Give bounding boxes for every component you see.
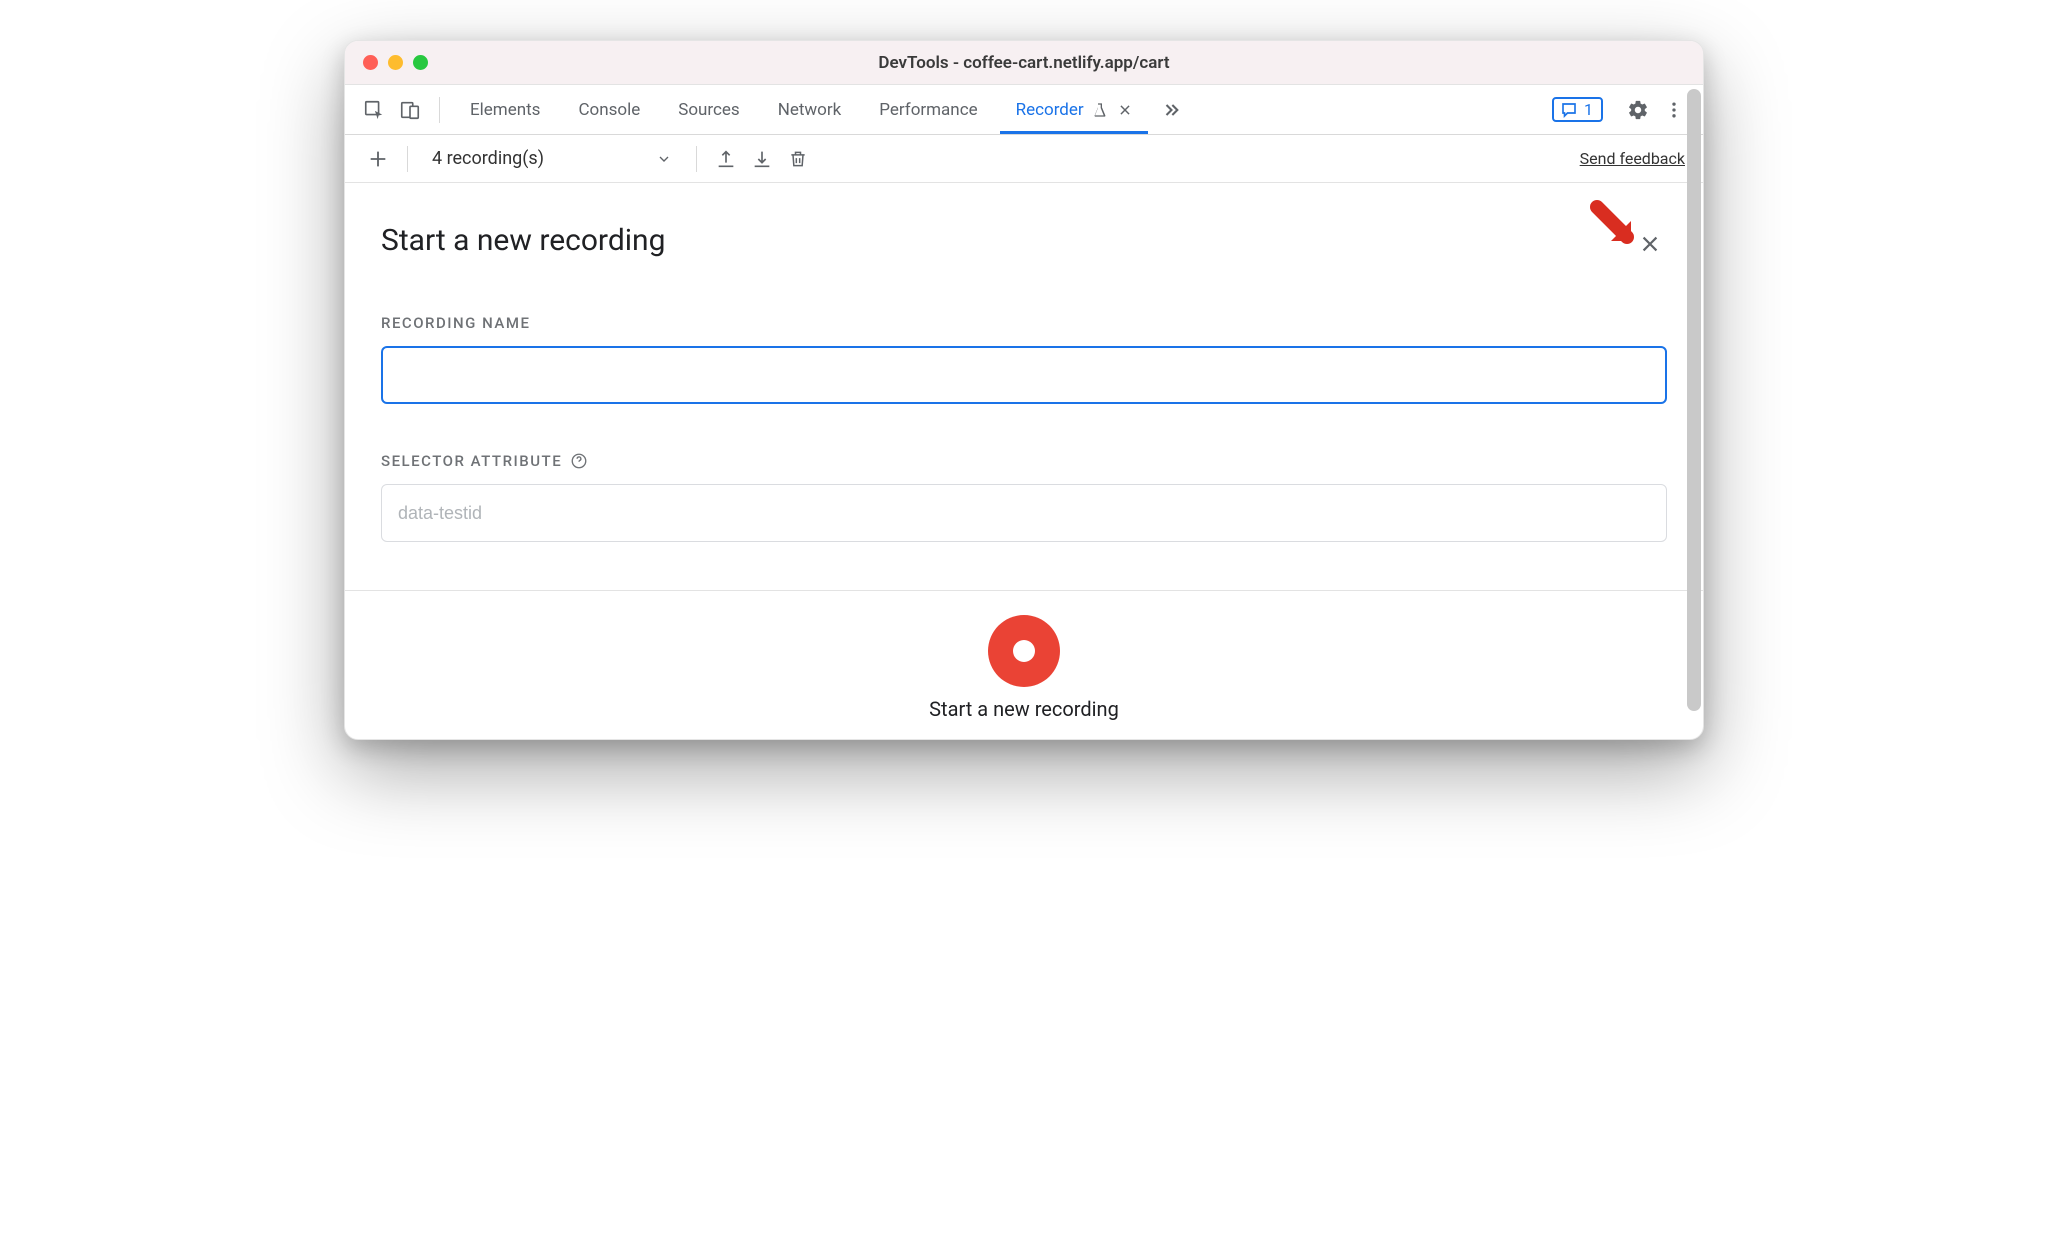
add-recording-icon[interactable]: [363, 144, 393, 174]
tab-sources[interactable]: Sources: [662, 85, 755, 134]
devtools-window: DevTools - coffee-cart.netlify.app/cart …: [344, 40, 1704, 740]
recorder-panel: Start a new recording RECORDING NAME SEL…: [345, 183, 1703, 542]
tab-performance[interactable]: Performance: [863, 85, 993, 134]
recording-name-field: RECORDING NAME: [381, 314, 1667, 404]
export-icon[interactable]: [711, 144, 741, 174]
issues-badge[interactable]: 1: [1552, 97, 1603, 122]
chevron-down-icon: [656, 151, 672, 167]
window-minimize-button[interactable]: [388, 55, 403, 70]
tab-label: Recorder: [1016, 100, 1084, 120]
window-controls: [345, 55, 428, 70]
more-tabs-icon[interactable]: [1154, 95, 1184, 125]
start-recording-button[interactable]: [988, 615, 1060, 687]
tab-label: Network: [778, 100, 842, 120]
divider: [439, 97, 440, 123]
tab-label: Elements: [470, 100, 540, 120]
window-title: DevTools - coffee-cart.netlify.app/cart: [345, 53, 1703, 73]
device-toggle-icon[interactable]: [395, 95, 425, 125]
dropdown-label: 4 recording(s): [432, 148, 544, 169]
window-close-button[interactable]: [363, 55, 378, 70]
tab-elements[interactable]: Elements: [454, 85, 556, 134]
delete-icon[interactable]: [783, 144, 813, 174]
help-icon[interactable]: [570, 452, 588, 470]
tab-label: Performance: [879, 100, 977, 120]
record-dot-icon: [1013, 640, 1035, 662]
scrollbar-thumb[interactable]: [1687, 89, 1701, 711]
settings-icon[interactable]: [1623, 95, 1653, 125]
scrollbar[interactable]: [1687, 89, 1701, 737]
issues-count: 1: [1584, 100, 1593, 119]
divider: [696, 146, 697, 172]
chat-icon: [1560, 101, 1578, 119]
kebab-menu-icon[interactable]: [1659, 95, 1689, 125]
recording-name-input[interactable]: [381, 346, 1667, 404]
tab-console[interactable]: Console: [562, 85, 656, 134]
tab-network[interactable]: Network: [762, 85, 858, 134]
selector-attribute-input[interactable]: [381, 484, 1667, 542]
import-icon[interactable]: [747, 144, 777, 174]
panel-title: Start a new recording: [381, 223, 1667, 258]
recording-name-label: RECORDING NAME: [381, 314, 1667, 332]
inspect-element-icon[interactable]: [359, 95, 389, 125]
divider: [407, 146, 408, 172]
start-recording-label: Start a new recording: [929, 697, 1119, 721]
recorder-toolbar: 4 recording(s) Send feedback: [345, 135, 1703, 183]
recordings-dropdown[interactable]: 4 recording(s): [422, 148, 682, 169]
titlebar: DevTools - coffee-cart.netlify.app/cart: [345, 41, 1703, 85]
flask-icon: [1092, 102, 1108, 118]
tabs-bar: Elements Console Sources Network Perform…: [345, 85, 1703, 135]
close-panel-icon[interactable]: [1639, 233, 1661, 255]
send-feedback-link[interactable]: Send feedback: [1580, 149, 1685, 168]
tab-recorder[interactable]: Recorder: [1000, 85, 1148, 134]
tab-label: Sources: [678, 100, 739, 120]
window-maximize-button[interactable]: [413, 55, 428, 70]
panel-footer: Start a new recording: [345, 590, 1703, 739]
close-tab-icon[interactable]: [1116, 103, 1132, 117]
selector-attribute-field: SELECTOR ATTRIBUTE: [381, 452, 1667, 542]
tab-label: Console: [578, 100, 640, 120]
selector-attribute-label: SELECTOR ATTRIBUTE: [381, 452, 1667, 470]
selector-attribute-label-text: SELECTOR ATTRIBUTE: [381, 452, 562, 470]
